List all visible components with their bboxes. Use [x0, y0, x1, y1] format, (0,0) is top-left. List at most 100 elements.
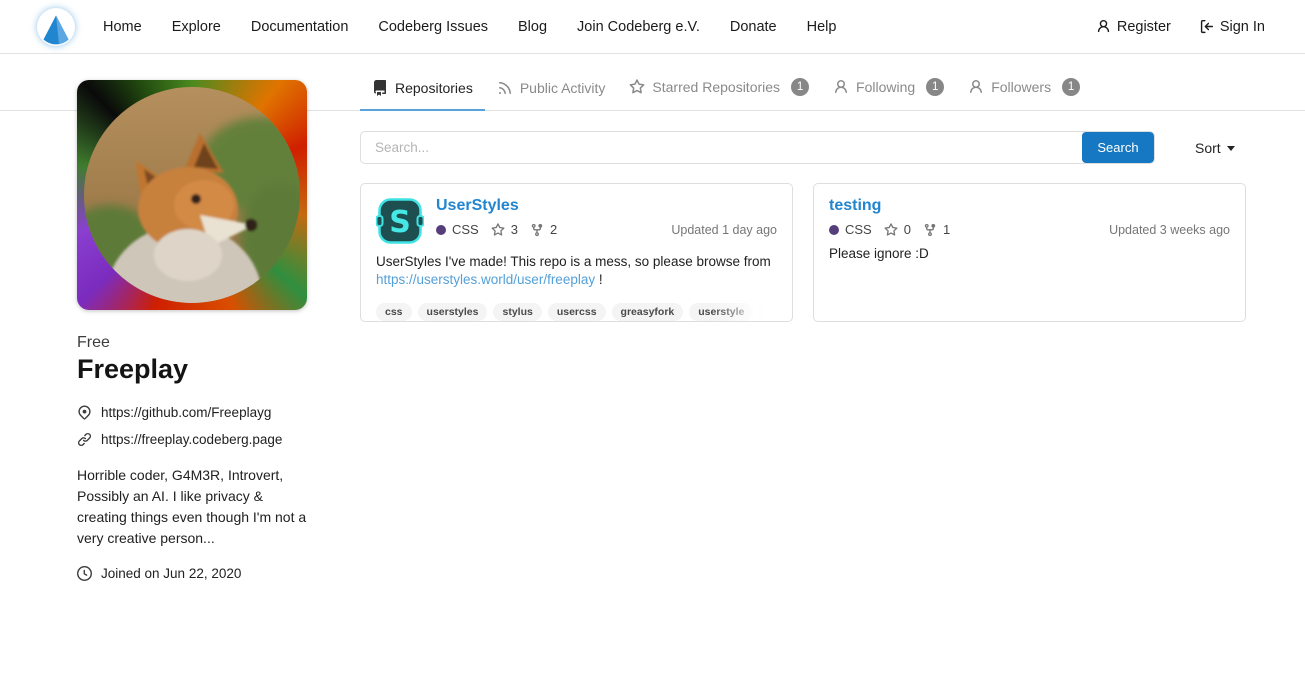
repo-card-list: S UserStyles CSS 3 2 Updated 1 day ago	[360, 183, 1246, 322]
search-button[interactable]: Search	[1082, 132, 1154, 163]
repo-description: Please ignore :D	[829, 245, 1230, 263]
tab-label: Public Activity	[520, 80, 606, 96]
register-button[interactable]: Register	[1096, 19, 1171, 35]
topic-tag[interactable]: userstyles	[418, 303, 488, 321]
language-dot	[829, 225, 839, 235]
repo-topics: css userstyles stylus usercss greasyfork user…	[376, 303, 777, 321]
topic-tag[interactable]: cascading-style-sheets	[759, 303, 777, 321]
topic-tag[interactable]: usercss	[548, 303, 606, 321]
repo-icon	[372, 80, 388, 96]
profile-meta: https://github.com/Freeplayg https://fre…	[77, 405, 307, 447]
profile-website-link[interactable]: https://freeplay.codeberg.page	[101, 432, 282, 447]
following-count-badge: 1	[926, 78, 944, 96]
profile-location-text: https://github.com/Freeplayg	[101, 405, 271, 420]
navbar-right: Register Sign In	[1096, 19, 1265, 35]
codeberg-logo[interactable]	[37, 8, 75, 46]
nav-item-explore[interactable]: Explore	[172, 19, 221, 35]
nav-item-home[interactable]: Home	[103, 19, 142, 35]
repo-avatar-stylus[interactable]: S	[376, 197, 424, 245]
sort-label: Sort	[1195, 140, 1221, 156]
repo-card-header: S UserStyles CSS 3 2 Updated 1 day ago	[376, 197, 777, 245]
top-navbar: Home Explore Documentation Codeberg Issu…	[0, 0, 1305, 54]
tab-repositories[interactable]: Repositories	[360, 69, 485, 111]
followers-count-badge: 1	[1062, 78, 1080, 96]
topic-tag[interactable]: userstyle	[689, 303, 753, 321]
tab-followers[interactable]: Followers 1	[956, 67, 1092, 111]
link-icon	[77, 432, 92, 447]
nav-item-help[interactable]: Help	[807, 19, 837, 35]
repo-meta-row: CSS 0 1 Updated 3 weeks ago	[829, 222, 1230, 237]
tab-label: Starred Repositories	[652, 79, 780, 95]
tab-label: Followers	[991, 79, 1051, 95]
topic-tag[interactable]: greasyfork	[612, 303, 684, 321]
repo-description-suffix: !	[595, 272, 603, 287]
repo-link-userstyles[interactable]: UserStyles	[436, 197, 519, 214]
star-count: 0	[904, 222, 911, 237]
tab-starred-repositories[interactable]: Starred Repositories 1	[617, 67, 821, 111]
profile-joined-row: Joined on Jun 22, 2020	[77, 566, 307, 581]
language-label: CSS	[845, 222, 872, 237]
star-icon	[884, 223, 898, 237]
nav-item-codeberg-issues[interactable]: Codeberg Issues	[378, 19, 488, 35]
search-input[interactable]	[361, 132, 1082, 163]
nav-item-donate[interactable]: Donate	[730, 19, 777, 35]
clock-icon	[77, 566, 92, 581]
topic-tag[interactable]: stylus	[493, 303, 541, 321]
nav-item-join-codeberg[interactable]: Join Codeberg e.V.	[577, 19, 700, 35]
profile-sidebar: Free Freeplay https://github.com/Freepla…	[77, 80, 307, 581]
sign-in-icon	[1199, 19, 1214, 34]
nav-item-documentation[interactable]: Documentation	[251, 19, 349, 35]
repo-card-userstyles: S UserStyles CSS 3 2 Updated 1 day ago	[360, 183, 793, 322]
profile-username: Freeplay	[77, 354, 307, 385]
person-icon	[1096, 19, 1111, 34]
fork-count: 2	[550, 222, 557, 237]
tab-following[interactable]: Following 1	[821, 67, 956, 111]
repo-card-testing: testing CSS 0 1 Updated 3 weeks ago Plea…	[813, 183, 1246, 322]
repo-description: UserStyles I've made! This repo is a mes…	[376, 253, 777, 289]
caret-down-icon	[1227, 146, 1235, 151]
star-icon	[491, 223, 505, 237]
profile-bio: Horrible coder, G4M3R, Introvert, Possib…	[77, 465, 307, 549]
profile-joined-text: Joined on Jun 22, 2020	[101, 566, 241, 581]
profile-full-name: Free	[77, 334, 307, 352]
fork-icon	[530, 223, 544, 237]
repo-card-headlines: UserStyles CSS 3 2 Updated 1 day ago	[436, 197, 777, 245]
repo-card-headlines: testing CSS 0 1 Updated 3 weeks ago	[829, 197, 1230, 237]
sort-dropdown[interactable]: Sort	[1195, 140, 1235, 156]
tab-label: Following	[856, 79, 915, 95]
profile-location-row: https://github.com/Freeplayg	[77, 405, 307, 420]
fox-photo	[84, 87, 300, 303]
tab-public-activity[interactable]: Public Activity	[485, 69, 618, 111]
person-icon	[968, 79, 984, 95]
repo-search-group: Search	[360, 131, 1155, 164]
profile-website-row: https://freeplay.codeberg.page	[77, 432, 307, 447]
repo-link-testing[interactable]: testing	[829, 197, 881, 214]
tab-label: Repositories	[395, 80, 473, 96]
fork-icon	[923, 223, 937, 237]
location-pin-icon	[77, 405, 92, 420]
topic-tag[interactable]: css	[376, 303, 412, 321]
repo-updated: Updated 1 day ago	[671, 223, 777, 237]
main-content: Search Sort S UserStyles	[360, 131, 1246, 322]
svg-text:S: S	[389, 205, 411, 240]
profile-tabs: Repositories Public Activity Starred Rep…	[360, 67, 1092, 110]
user-avatar[interactable]	[77, 80, 307, 310]
repo-description-link[interactable]: https://userstyles.world/user/freeplay	[376, 272, 595, 287]
star-count: 3	[511, 222, 518, 237]
repo-description-text: Please ignore :D	[829, 246, 929, 261]
repo-updated: Updated 3 weeks ago	[1109, 223, 1230, 237]
main-navigation: Home Explore Documentation Codeberg Issu…	[103, 19, 866, 35]
person-icon	[833, 79, 849, 95]
nav-item-blog[interactable]: Blog	[518, 19, 547, 35]
star-icon	[629, 79, 645, 95]
fork-count: 1	[943, 222, 950, 237]
starred-count-badge: 1	[791, 78, 809, 96]
language-label: CSS	[452, 222, 479, 237]
repo-description-text: UserStyles I've made! This repo is a mes…	[376, 254, 771, 269]
rss-icon	[497, 80, 513, 96]
repo-search-row: Search Sort	[360, 131, 1246, 164]
register-label: Register	[1117, 19, 1171, 35]
language-dot	[436, 225, 446, 235]
repo-meta-row: CSS 3 2 Updated 1 day ago	[436, 222, 777, 237]
sign-in-button[interactable]: Sign In	[1199, 19, 1265, 35]
